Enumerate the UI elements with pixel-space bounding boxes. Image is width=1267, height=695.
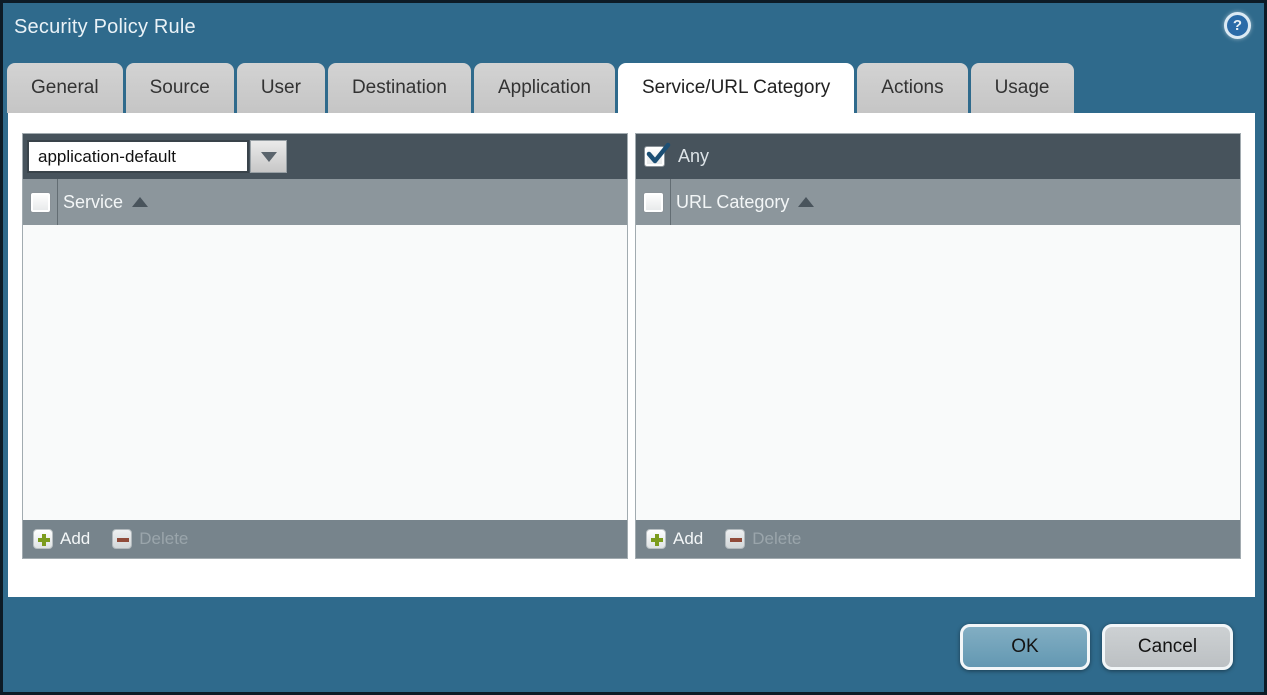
service-type-dropdown: application-default [27, 140, 287, 173]
checkmark-icon [645, 141, 671, 167]
url-category-table-header: URL Category [636, 179, 1240, 225]
url-category-table-body [636, 225, 1240, 520]
tab-bar: General Source User Destination Applicat… [7, 63, 1074, 113]
header-divider [57, 179, 58, 225]
tab-actions[interactable]: Actions [857, 63, 967, 113]
service-column-header[interactable]: Service [63, 192, 148, 213]
service-table-footer: Add Delete [23, 520, 627, 558]
tab-application[interactable]: Application [474, 63, 615, 113]
tab-general[interactable]: General [7, 63, 123, 113]
chevron-down-icon [261, 152, 277, 162]
service-table-body [23, 225, 627, 520]
service-toolbar: application-default [23, 134, 627, 179]
security-policy-rule-dialog: Security Policy Rule ? General Source Us… [0, 0, 1267, 695]
minus-icon [112, 529, 132, 549]
tab-service-url-category[interactable]: Service/URL Category [618, 63, 854, 113]
any-checkbox-label: Any [678, 146, 709, 167]
url-category-table-footer: Add Delete [636, 520, 1240, 558]
any-checkbox[interactable] [644, 146, 665, 167]
tab-destination[interactable]: Destination [328, 63, 471, 113]
tab-source[interactable]: Source [126, 63, 234, 113]
add-button-label: Add [60, 529, 90, 549]
url-category-column-label: URL Category [676, 192, 789, 213]
minus-icon [725, 529, 745, 549]
help-icon[interactable]: ? [1224, 12, 1251, 39]
service-column-label: Service [63, 192, 123, 213]
delete-button-label: Delete [752, 529, 801, 549]
service-select-all-checkbox[interactable] [30, 192, 51, 213]
service-delete-button[interactable]: Delete [112, 529, 188, 549]
add-button-label: Add [673, 529, 703, 549]
plus-icon [33, 529, 53, 549]
tab-content-area: application-default Service Add [8, 113, 1255, 597]
service-panel: application-default Service Add [22, 133, 628, 559]
cancel-button[interactable]: Cancel [1102, 624, 1233, 670]
url-category-column-header[interactable]: URL Category [676, 192, 814, 213]
tab-usage[interactable]: Usage [971, 63, 1074, 113]
delete-button-label: Delete [139, 529, 188, 549]
dialog-title: Security Policy Rule [14, 16, 196, 39]
service-type-dropdown-value[interactable]: application-default [27, 140, 249, 173]
header-divider [670, 179, 671, 225]
service-type-dropdown-button[interactable] [250, 140, 287, 173]
sort-ascending-icon [798, 197, 814, 207]
service-add-button[interactable]: Add [33, 529, 90, 549]
url-category-panel: Any URL Category Add Delete [635, 133, 1241, 559]
tab-user[interactable]: User [237, 63, 325, 113]
sort-ascending-icon [132, 197, 148, 207]
url-category-toolbar: Any [636, 134, 1240, 179]
url-category-delete-button[interactable]: Delete [725, 529, 801, 549]
url-category-select-all-checkbox[interactable] [643, 192, 664, 213]
url-category-add-button[interactable]: Add [646, 529, 703, 549]
service-table-header: Service [23, 179, 627, 225]
plus-icon [646, 529, 666, 549]
ok-button[interactable]: OK [960, 624, 1090, 670]
